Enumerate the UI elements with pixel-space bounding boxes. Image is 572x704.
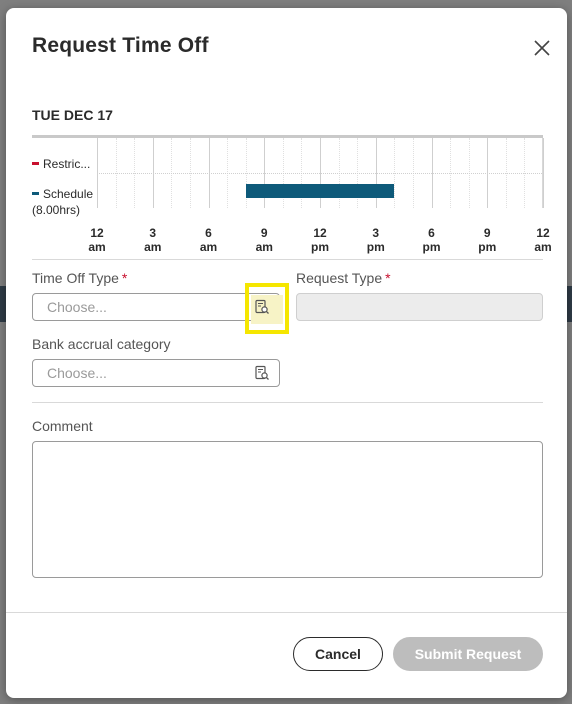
tick-hour: 12 [313, 226, 327, 240]
comment-label: Comment [32, 418, 93, 434]
label-text: Time Off Type [32, 270, 119, 286]
placeholder: Choose... [47, 365, 107, 381]
tick-period: am [144, 240, 162, 254]
schedule-hours: (8.00hrs) [32, 203, 81, 217]
legend-label: Schedule [43, 187, 94, 201]
tick-hour: 9 [260, 226, 268, 240]
required-marker: * [385, 270, 391, 286]
tick-period: am [255, 240, 273, 254]
tick-period: pm [422, 240, 441, 254]
axis-tick-label: 12 am [528, 226, 558, 254]
time-off-type-lookup-icon[interactable] [250, 295, 274, 319]
tick-period: pm [366, 240, 385, 254]
legend-label: Restric... [43, 157, 91, 171]
tick-hour: 3 [149, 226, 157, 240]
schedule-legend-mark [32, 192, 39, 196]
close-icon[interactable] [532, 38, 552, 58]
tick-hour: 9 [483, 226, 491, 240]
tick-hour: 6 [428, 226, 435, 240]
divider [32, 259, 543, 260]
schedule-bar[interactable] [245, 184, 395, 198]
legend-restriction: Restric... [32, 157, 90, 171]
cancel-button[interactable]: Cancel [293, 637, 383, 671]
axis-tick-label: 3 pm [361, 226, 391, 254]
tick-period: pm [311, 240, 329, 254]
bank-accrual-input[interactable]: Choose... [32, 359, 280, 387]
axis-tick-label: 12 pm [305, 226, 335, 254]
axis-tick-label: 3 am [138, 226, 168, 254]
time-off-type-label: Time Off Type * [32, 270, 127, 286]
bank-accrual-lookup-icon[interactable] [250, 361, 274, 385]
axis-tick-label: 12 am [82, 226, 112, 254]
request-type-input[interactable] [296, 293, 543, 321]
axis-tick-label: 9 pm [472, 226, 502, 254]
request-type-label: Request Type * [296, 270, 391, 286]
dialog-title: Request Time Off [32, 34, 209, 57]
tick-hour: 12 [536, 226, 550, 240]
tick-hour: 3 [372, 226, 380, 240]
axis-tick-label: 9 am [249, 226, 279, 254]
legend-schedule: Schedule [32, 187, 93, 201]
comment-textarea[interactable] [32, 441, 543, 578]
tick-hour: 6 [205, 226, 212, 240]
footer-divider [6, 612, 567, 613]
schedule-timeline: Restric... Schedule (8.00hrs) 12 am 3 am 6 am… [32, 135, 552, 254]
tick-period: am [88, 240, 106, 254]
timeline-major-gridline [543, 138, 544, 208]
tick-period: am [199, 240, 218, 254]
date-label: TUE DEC 17 [32, 107, 113, 123]
tick-period: pm [478, 240, 497, 254]
bank-accrual-label: Bank accrual category [32, 336, 171, 352]
timeline-row-divider [97, 173, 542, 174]
divider [32, 402, 543, 403]
submit-request-button[interactable]: Submit Request [393, 637, 543, 671]
tick-period: am [534, 240, 552, 254]
restriction-legend-mark [32, 162, 39, 166]
axis-tick-label: 6 am [194, 226, 224, 254]
placeholder: Choose... [47, 299, 107, 315]
label-text: Request Type [296, 270, 383, 286]
tick-hour: 12 [90, 226, 104, 240]
request-time-off-dialog: Request Time Off TUE DEC 17 Restric... S… [6, 8, 567, 698]
time-off-type-input[interactable]: Choose... [32, 293, 280, 321]
required-marker: * [121, 270, 128, 286]
axis-tick-label: 6 pm [417, 226, 447, 254]
